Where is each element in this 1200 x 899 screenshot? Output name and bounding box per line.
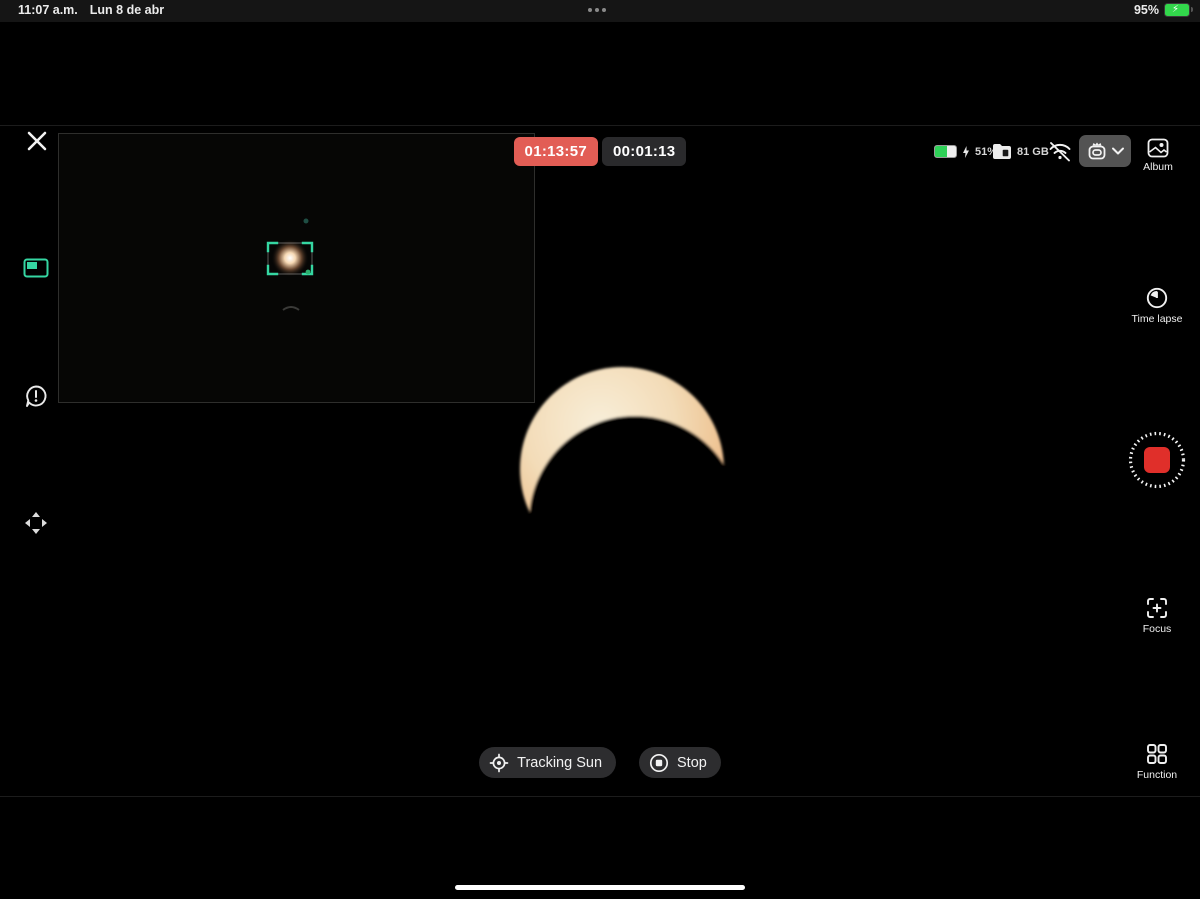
status-bar: 11:07 a.m. Lun 8 de abr 95% ⚡ — [0, 0, 1200, 22]
time-lapse-button[interactable]: Time lapse — [1121, 286, 1193, 325]
focus-icon — [1145, 596, 1169, 620]
charging-bolt-icon — [962, 146, 970, 158]
tracking-sun-label: Tracking Sun — [517, 755, 602, 771]
time-lapse-icon — [1145, 286, 1169, 310]
clock-date: Lun 8 de abr — [90, 3, 164, 17]
album-photo-icon — [1147, 138, 1169, 158]
tracking-target-icon — [489, 753, 509, 773]
close-button[interactable] — [25, 129, 49, 153]
storage-folder-icon — [992, 143, 1012, 160]
alert-bubble-icon — [23, 383, 49, 409]
pip-toggle-button[interactable] — [22, 254, 50, 282]
close-icon — [25, 129, 49, 153]
pip-preview-window[interactable] — [58, 133, 535, 403]
timer-total[interactable]: 01:13:57 — [514, 137, 598, 166]
focus-label: Focus — [1121, 623, 1193, 635]
ipad-screen: 11:07 a.m. Lun 8 de abr 95% ⚡ — [0, 0, 1200, 899]
device-battery-icon — [934, 145, 957, 158]
stop-button[interactable]: Stop — [639, 747, 721, 778]
home-indicator[interactable] — [455, 885, 745, 890]
telescope-device-icon — [1086, 141, 1108, 161]
record-square-icon — [1144, 447, 1170, 473]
function-label: Function — [1121, 769, 1193, 781]
chevron-down-icon — [1111, 146, 1125, 156]
timer-segment[interactable]: 00:01:13 — [602, 137, 686, 166]
tracking-sun-button[interactable]: Tracking Sun — [479, 747, 616, 778]
stop-label: Stop — [677, 755, 707, 771]
pan-control-button[interactable] — [22, 509, 50, 537]
time-lapse-label: Time lapse — [1121, 313, 1193, 325]
function-grid-icon — [1145, 742, 1169, 766]
alert-messages-button[interactable] — [22, 382, 50, 410]
pan-dpad-icon — [22, 509, 50, 537]
wifi-off-icon — [1047, 139, 1073, 163]
pip-sun-glow — [271, 239, 309, 277]
multitasking-dots-icon[interactable] — [588, 8, 606, 12]
clock-time: 11:07 a.m. — [18, 3, 78, 17]
system-battery-charging-icon: ⚡ — [1164, 3, 1190, 17]
storage-free-label: 81 GB — [1017, 146, 1049, 158]
album-label: Album — [1140, 161, 1176, 173]
system-battery-percent: 95% — [1134, 3, 1159, 17]
record-stop-button[interactable] — [1128, 431, 1186, 489]
stop-icon — [649, 753, 669, 773]
device-battery-status: 51% — [934, 145, 997, 158]
device-selector-button[interactable] — [1079, 135, 1131, 167]
faint-star-dot — [304, 219, 309, 224]
pip-toggle-icon — [23, 258, 49, 278]
wifi-disconnected[interactable] — [1047, 139, 1073, 163]
storage-status: 81 GB — [992, 143, 1049, 160]
function-button[interactable]: Function — [1121, 742, 1193, 781]
focus-button[interactable]: Focus — [1121, 596, 1193, 635]
album-button[interactable]: Album — [1140, 138, 1176, 173]
